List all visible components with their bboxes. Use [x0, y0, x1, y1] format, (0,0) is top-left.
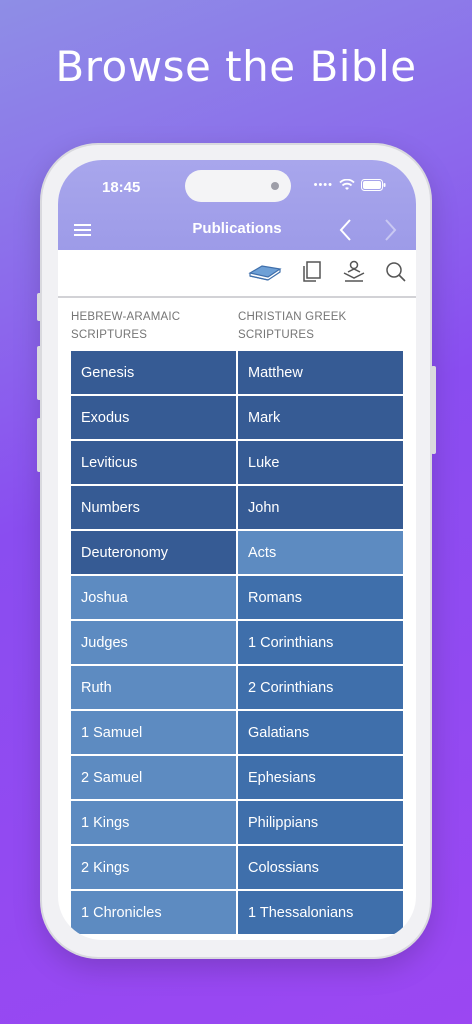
status-time: 18:45	[102, 179, 141, 196]
reader-lectern-icon[interactable]	[341, 259, 367, 285]
signal-icon: ••••	[313, 179, 333, 191]
chevron-right-icon[interactable]	[382, 218, 398, 242]
book-cell-romans[interactable]: Romans	[238, 576, 403, 619]
phone-side-button	[37, 418, 42, 472]
book-cell-1-samuel[interactable]: 1 Samuel	[71, 711, 236, 754]
status-icons: ••••	[314, 179, 386, 191]
nav-bar: 18:45 •••• Publications	[58, 160, 416, 250]
publication-toolbar	[58, 250, 416, 298]
book-cell-philippians[interactable]: Philippians	[238, 801, 403, 844]
book-cell-galatians[interactable]: Galatians	[238, 711, 403, 754]
page-title: Publications	[192, 220, 282, 237]
hebrew-aramaic-header: HEBREW-ARAMAIC SCRIPTURES	[71, 311, 181, 341]
christian-greek-header: CHRISTIAN GREEK SCRIPTURES	[238, 311, 347, 341]
book-cell-deuteronomy[interactable]: Deuteronomy	[71, 531, 236, 574]
book-cell-john[interactable]: John	[238, 486, 403, 529]
search-icon[interactable]	[384, 259, 408, 285]
book-cell-judges[interactable]: Judges	[71, 621, 236, 664]
book-cell-exodus[interactable]: Exodus	[71, 396, 236, 439]
book-cell-acts[interactable]: Acts	[238, 531, 403, 574]
phone-side-button	[431, 366, 436, 454]
book-cell-1-thessalonians[interactable]: 1 Thessalonians	[238, 891, 403, 934]
dynamic-island	[185, 170, 291, 202]
promo-headline: Browse the Bible	[55, 42, 417, 91]
book-cell-colossians[interactable]: Colossians	[238, 846, 403, 889]
book-cell-2-samuel[interactable]: 2 Samuel	[71, 756, 236, 799]
copy-pages-icon[interactable]	[300, 259, 324, 285]
book-cell-mark[interactable]: Mark	[238, 396, 403, 439]
book-cell-1-kings[interactable]: 1 Kings	[71, 801, 236, 844]
chevron-left-icon[interactable]	[338, 218, 354, 242]
book-cell-ruth[interactable]: Ruth	[71, 666, 236, 709]
book-cell-matthew[interactable]: Matthew	[238, 351, 403, 394]
book-cell-luke[interactable]: Luke	[238, 441, 403, 484]
open-book-icon[interactable]	[248, 259, 282, 285]
testament-headers: HEBREW-ARAMAIC SCRIPTURES CHRISTIAN GREE…	[58, 298, 416, 350]
book-cell-2-corinthians[interactable]: 2 Corinthians	[238, 666, 403, 709]
book-cell-joshua[interactable]: Joshua	[71, 576, 236, 619]
book-cell-1-corinthians[interactable]: 1 Corinthians	[238, 621, 403, 664]
book-cell-numbers[interactable]: Numbers	[71, 486, 236, 529]
app-screen: 18:45 •••• Publications HEBREW-ARAMAIC S…	[58, 160, 416, 940]
bible-books-grid: Genesis Matthew Exodus Mark Leviticus Lu…	[71, 351, 403, 934]
book-cell-2-kings[interactable]: 2 Kings	[71, 846, 236, 889]
phone-side-button	[37, 293, 42, 321]
battery-icon	[361, 179, 386, 191]
book-cell-leviticus[interactable]: Leviticus	[71, 441, 236, 484]
book-cell-ephesians[interactable]: Ephesians	[238, 756, 403, 799]
wifi-icon	[339, 179, 355, 190]
phone-side-button	[37, 346, 42, 400]
book-cell-genesis[interactable]: Genesis	[71, 351, 236, 394]
book-cell-1-chronicles[interactable]: 1 Chronicles	[71, 891, 236, 934]
